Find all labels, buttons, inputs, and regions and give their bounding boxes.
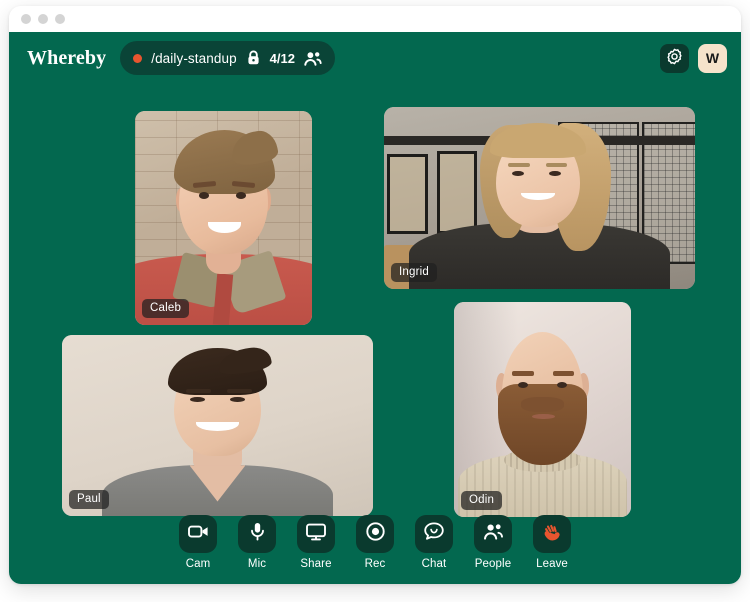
maximize-window-dot[interactable] [55,14,65,24]
chat-bubble-icon [424,522,444,546]
user-avatar[interactable]: W [698,43,727,73]
chat-button[interactable]: Chat [411,515,458,570]
lock-icon [246,50,261,66]
people-icon [483,523,504,545]
monitor-icon [306,523,326,546]
mic-label: Mic [247,558,267,570]
whereby-logo: Whereby [27,46,107,69]
recording-dot-icon [133,53,143,63]
cam-label: Cam [185,558,211,570]
rec-label: Rec [364,558,386,570]
people-label: People [474,558,512,570]
participant-count-label: 4/12 [269,50,295,66]
meeting-control-bar: Cam Mic Share Rec Chat People Leave [9,515,741,570]
video-tile-ingrid[interactable]: Ingrid [384,107,695,289]
participant-name-badge: Odin [461,491,503,510]
share-button[interactable]: Share [293,515,340,570]
record-icon [365,522,385,546]
participant-name-badge: Caleb [142,299,190,318]
share-label: Share [300,558,332,570]
video-feed-odin [454,302,631,517]
participant-name-badge: Ingrid [391,263,437,282]
room-name-label: /daily-standup [151,50,237,66]
people-icon [304,51,322,66]
app-window: Whereby /daily-standup 4/12 W Caleb Ingr… [9,6,741,584]
window-title-bar [9,6,741,32]
waving-hand-icon [542,521,563,547]
close-window-dot[interactable] [21,14,31,24]
people-button[interactable]: People [470,515,517,570]
leave-button[interactable]: Leave [529,515,576,570]
room-info-pill[interactable]: /daily-standup 4/12 [120,41,335,75]
gear-icon [666,48,683,68]
video-tile-odin[interactable]: Odin [454,302,631,517]
header-actions: W [660,43,727,73]
video-camera-icon [187,524,209,544]
participant-name-badge: Paul [69,490,109,509]
video-feed-paul [62,335,373,516]
video-tile-caleb[interactable]: Caleb [135,111,312,325]
rec-button[interactable]: Rec [352,515,399,570]
meeting-stage: Whereby /daily-standup 4/12 W Caleb Ingr… [9,32,741,584]
minimize-window-dot[interactable] [38,14,48,24]
mic-button[interactable]: Mic [234,515,281,570]
app-header: Whereby /daily-standup 4/12 W [9,32,741,84]
chat-label: Chat [421,558,447,570]
leave-label: Leave [536,558,568,570]
video-feed-caleb [135,111,312,325]
cam-button[interactable]: Cam [175,515,222,570]
video-tile-paul[interactable]: Paul [62,335,373,516]
microphone-icon [250,522,265,546]
settings-button[interactable] [660,43,689,73]
video-feed-ingrid [384,107,695,289]
